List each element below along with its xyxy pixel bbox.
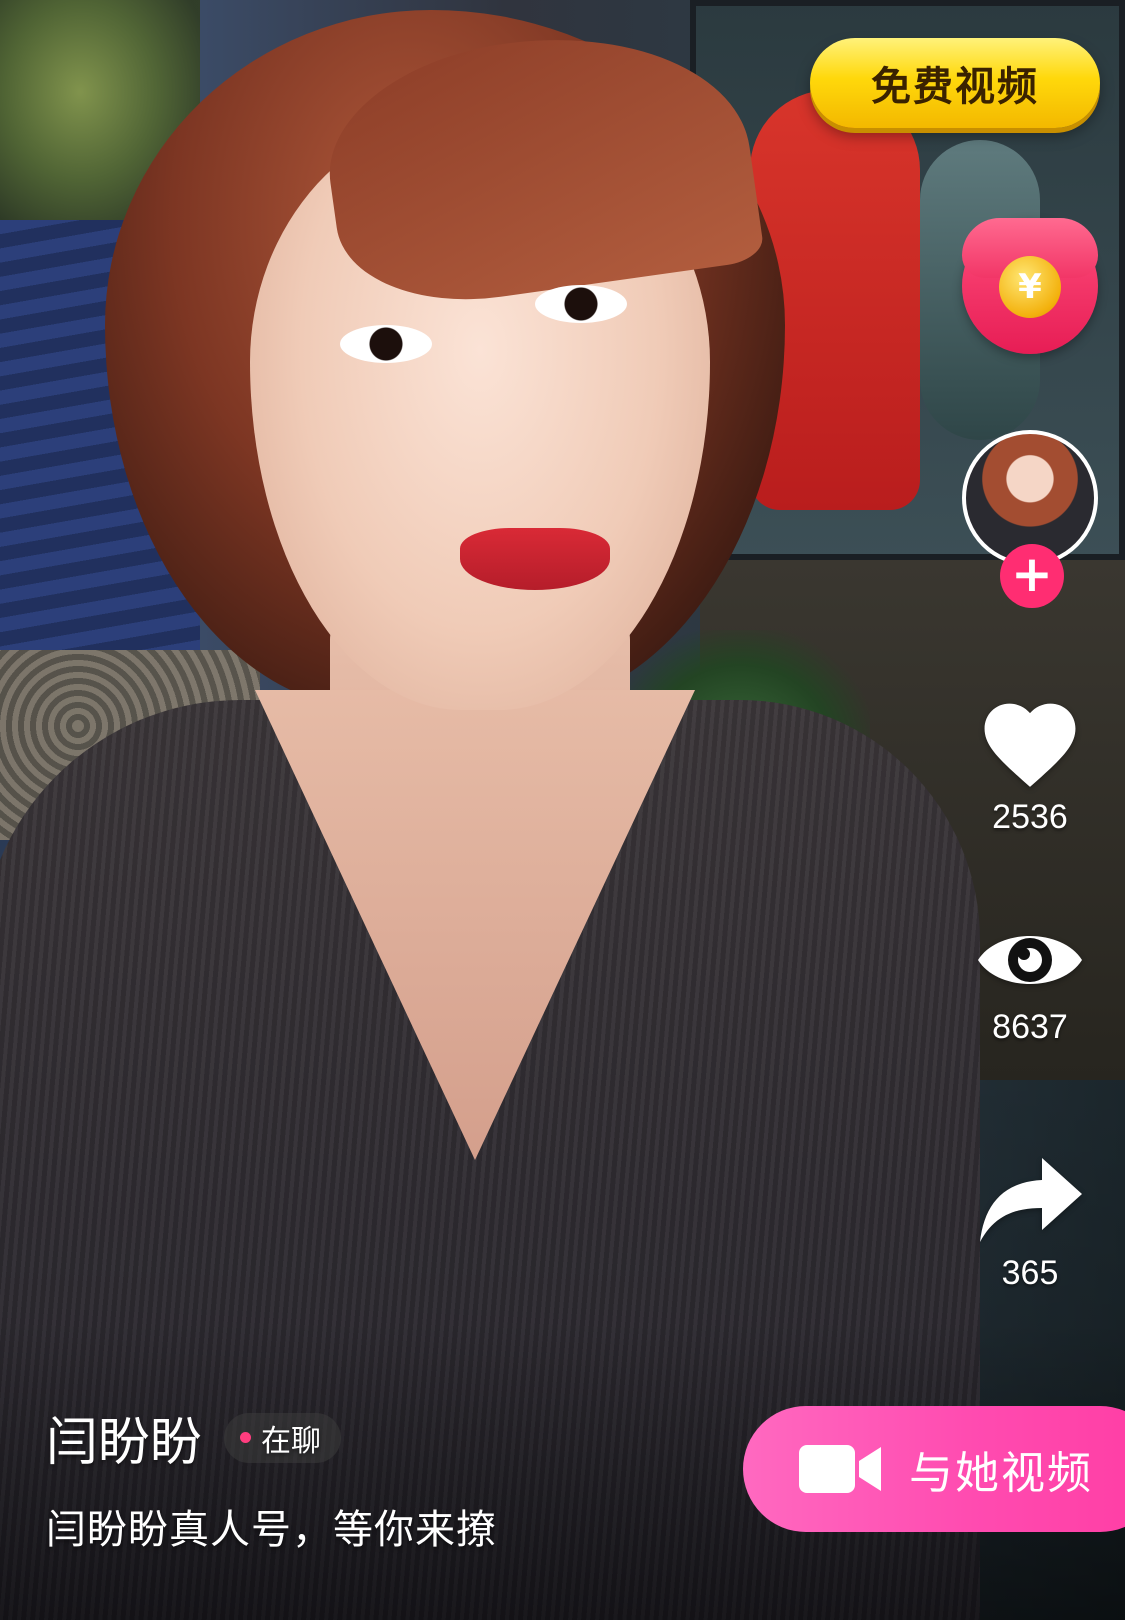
like-count: 2536: [992, 798, 1068, 836]
video-call-label: 与她视频: [909, 1448, 1093, 1499]
like-action[interactable]: 2536: [960, 690, 1100, 837]
heart-icon[interactable]: [974, 690, 1086, 790]
person-lips: [460, 528, 610, 590]
free-video-button[interactable]: 免费视频: [810, 38, 1100, 128]
creator-name-row: 闫盼盼 在聊: [46, 1400, 497, 1475]
person-eye-left: [340, 325, 432, 363]
status-text: 在聊: [261, 1423, 322, 1459]
coin-icon: ¥: [999, 256, 1061, 318]
person-eye-right: [535, 285, 627, 323]
red-envelope-button[interactable]: ¥: [962, 218, 1098, 354]
video-background-photo: [0, 0, 1125, 1620]
status-dot-icon: [240, 1432, 252, 1443]
video-camera-icon: [799, 1445, 881, 1493]
creator-info: 闫盼盼 在聊 闫盼盼真人号，等你来撩: [46, 1400, 497, 1555]
creator-name[interactable]: 闫盼盼: [46, 1400, 202, 1475]
views-action[interactable]: 8637: [960, 920, 1100, 1047]
eye-icon[interactable]: [974, 920, 1086, 1000]
share-icon[interactable]: [974, 1150, 1086, 1246]
views-count: 8637: [992, 1008, 1068, 1046]
status-badge: 在聊: [224, 1412, 342, 1463]
follow-button[interactable]: +: [1000, 544, 1064, 608]
video-description: 闫盼盼真人号，等你来撩: [46, 1507, 497, 1553]
share-count: 365: [1001, 1254, 1059, 1292]
video-call-button[interactable]: 与她视频: [743, 1406, 1125, 1532]
share-action[interactable]: 365: [960, 1150, 1100, 1293]
